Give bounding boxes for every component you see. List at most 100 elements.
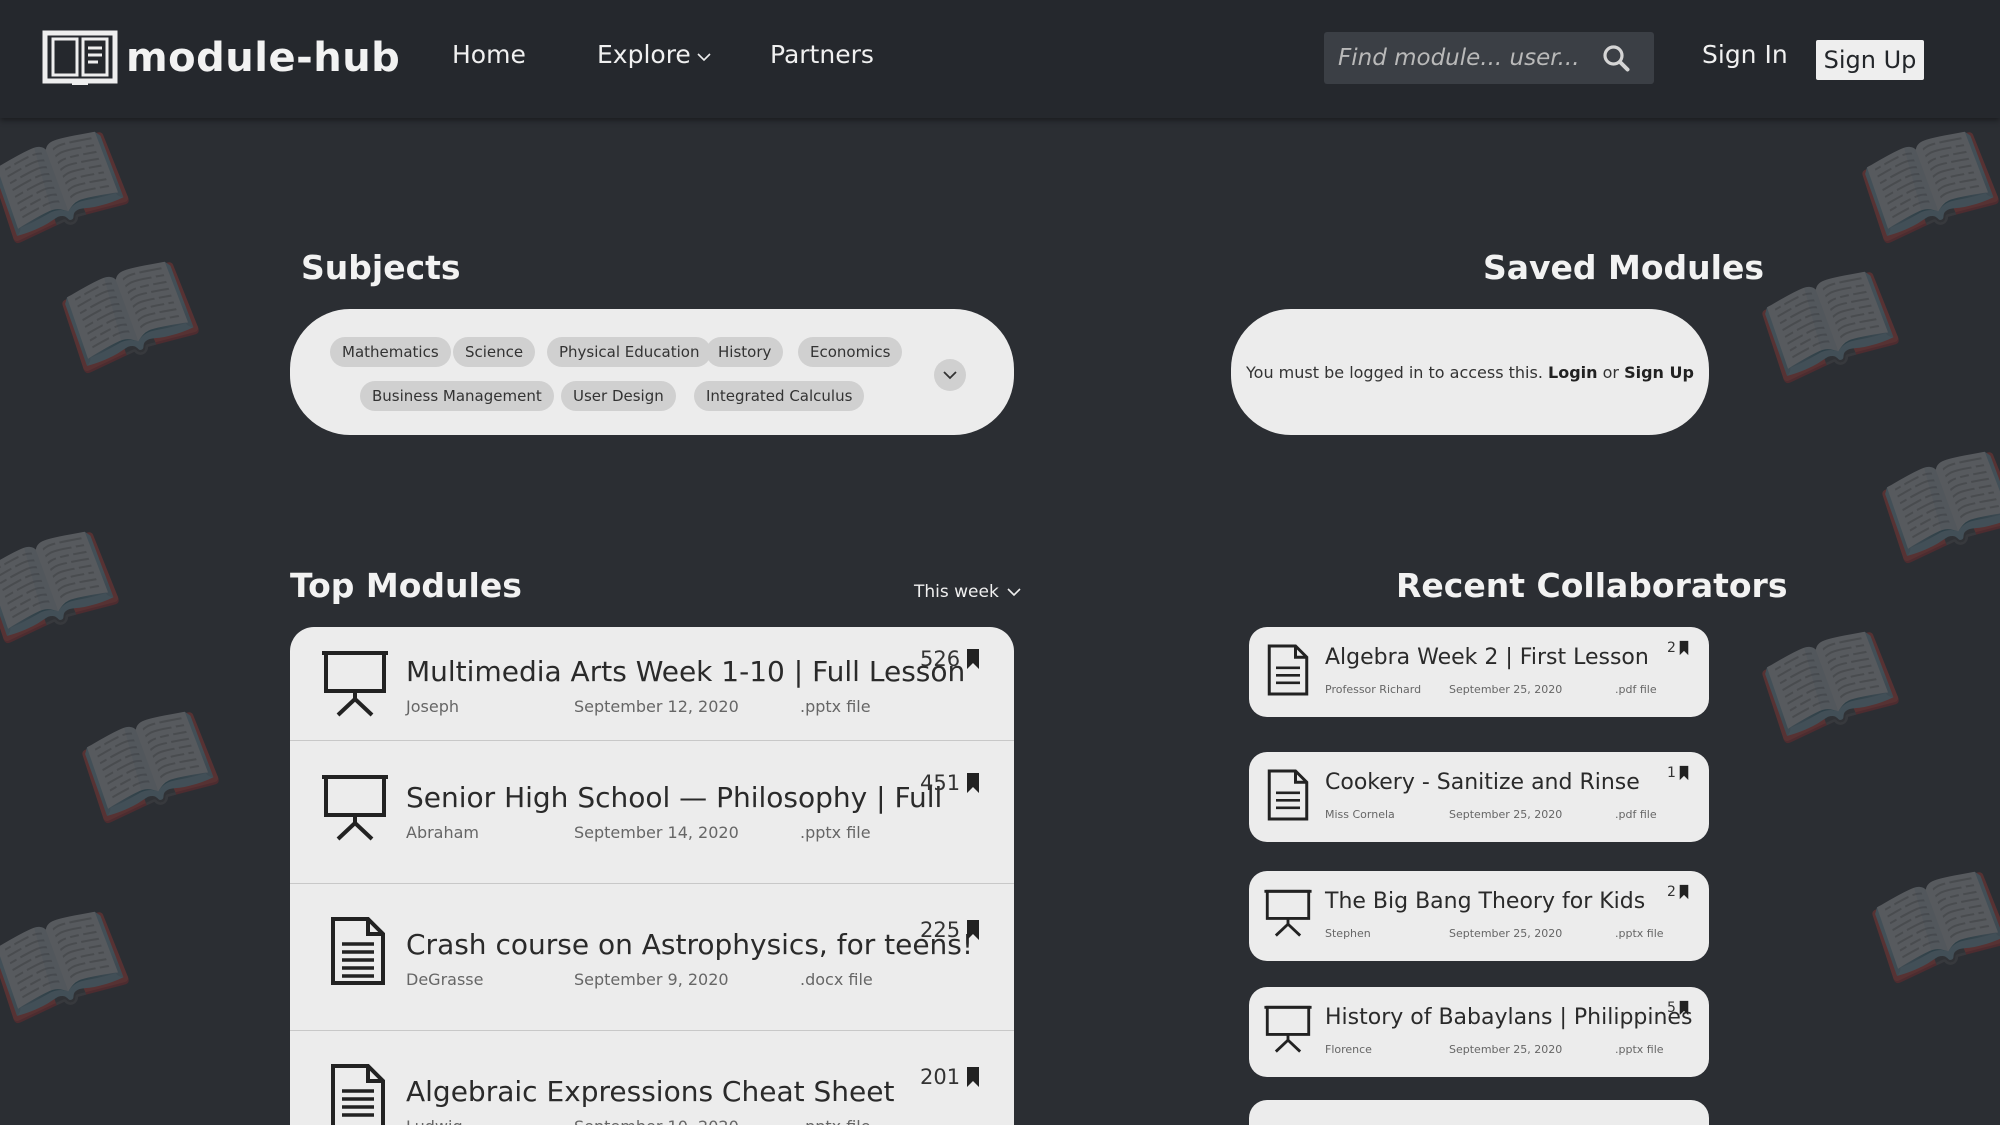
save-count[interactable]: 526: [920, 647, 980, 671]
search-icon[interactable]: [1602, 44, 1630, 72]
subject-chip-mathematics[interactable]: Mathematics: [330, 337, 451, 367]
nav-explore[interactable]: Explore: [597, 40, 711, 69]
save-count-value: 201: [920, 1065, 961, 1089]
module-file-type: .pptx file: [800, 1117, 871, 1125]
bookmark-icon: [967, 920, 980, 940]
collab-module-title[interactable]: Algebra Week 2 | First Lesson: [1325, 645, 1649, 670]
search-bar: [1324, 32, 1654, 84]
or-text: or: [1602, 362, 1619, 382]
module-title[interactable]: Multimedia Arts Week 1-10 | Full Lesson: [406, 655, 965, 688]
save-count[interactable]: 2: [1667, 640, 1689, 656]
top-module-row[interactable]: Multimedia Arts Week 1-10 | Full Lesson …: [290, 627, 1014, 741]
sign-in-link[interactable]: Sign In: [1702, 40, 1788, 69]
save-count[interactable]: 1: [1667, 765, 1689, 781]
collaborator-module-card[interactable]: Cookery - Sanitize and Rinse Miss Cornel…: [1249, 752, 1709, 842]
presentation-icon: [1264, 1005, 1312, 1053]
top-module-row[interactable]: Senior High School — Philosophy | Full A…: [290, 741, 1014, 884]
module-date: September 14, 2020: [574, 823, 739, 842]
login-required-message: You must be logged in to access this.: [1246, 362, 1543, 382]
subjects-panel: Mathematics Science Physical Education H…: [290, 309, 1014, 435]
collab-date: September 25, 2020: [1449, 808, 1563, 821]
expand-subjects-button[interactable]: [934, 359, 966, 391]
chevron-down-icon: [697, 52, 711, 61]
save-count[interactable]: 5: [1667, 1000, 1689, 1016]
subject-chip-economics[interactable]: Economics: [798, 337, 903, 367]
collab-date: September 25, 2020: [1449, 1043, 1563, 1056]
bookmark-icon: [1679, 884, 1689, 900]
module-date: September 10, 2020: [574, 1117, 739, 1125]
subject-chip-physical-education[interactable]: Physical Education: [547, 337, 712, 367]
save-count[interactable]: 201: [920, 1065, 980, 1089]
book-logo-icon: [42, 30, 118, 85]
save-count-value: 1: [1667, 765, 1676, 781]
collab-file-type: .pdf file: [1615, 683, 1657, 696]
bookmark-icon: [1679, 1000, 1689, 1016]
document-icon: [331, 1064, 385, 1125]
bookmark-icon: [967, 649, 980, 669]
bookmark-icon: [967, 1067, 980, 1087]
subject-chip-user-design[interactable]: User Design: [561, 381, 676, 411]
collab-author: Miss Cornela: [1325, 808, 1395, 821]
save-count[interactable]: 225: [920, 918, 980, 942]
nav-partners[interactable]: Partners: [770, 40, 874, 69]
top-navbar: module-hub Home Explore Partners Sign In…: [0, 0, 2000, 118]
search-input[interactable]: [1338, 42, 1598, 74]
subject-chip-business-management[interactable]: Business Management: [360, 381, 554, 411]
collab-author: Professor Richard: [1325, 683, 1422, 696]
brand-name: module-hub: [126, 35, 401, 81]
subject-chip-history[interactable]: History: [706, 337, 784, 367]
top-modules-list: Multimedia Arts Week 1-10 | Full Lesson …: [290, 627, 1014, 1125]
document-icon: [331, 917, 385, 985]
login-link[interactable]: Login: [1548, 363, 1598, 382]
subjects-heading: Subjects: [301, 248, 461, 287]
top-module-row[interactable]: Crash course on Astrophysics, for teens!…: [290, 884, 1014, 1031]
presentation-icon: [322, 651, 388, 717]
top-module-row[interactable]: Algebraic Expressions Cheat Sheet Ludwig…: [290, 1031, 1014, 1125]
save-count-value: 5: [1667, 1000, 1676, 1016]
collab-author: Stephen: [1325, 927, 1371, 940]
bookmark-icon: [967, 773, 980, 793]
collab-author: Florence: [1325, 1043, 1372, 1056]
save-count-value: 2: [1667, 640, 1676, 656]
saved-modules-panel: You must be logged in to access this. Lo…: [1231, 309, 1709, 435]
save-count-value: 451: [920, 771, 961, 795]
module-title[interactable]: Senior High School — Philosophy | Full: [406, 781, 942, 814]
bookmark-icon: [1679, 640, 1689, 656]
subject-chip-science[interactable]: Science: [453, 337, 536, 367]
chevron-down-icon: [943, 371, 957, 380]
collaborator-module-card[interactable]: [1249, 1100, 1709, 1125]
collaborator-module-card[interactable]: The Big Bang Theory for Kids Stephen Sep…: [1249, 871, 1709, 961]
period-label: This week: [914, 582, 999, 602]
nav-home[interactable]: Home: [452, 40, 526, 69]
chevron-down-icon: [1007, 588, 1021, 597]
collaborator-module-card[interactable]: Algebra Week 2 | First Lesson Professor …: [1249, 627, 1709, 717]
document-icon: [1267, 769, 1309, 821]
save-count-value: 225: [920, 918, 961, 942]
subject-chip-integrated-calculus[interactable]: Integrated Calculus: [694, 381, 865, 411]
signup-link[interactable]: Sign Up: [1624, 363, 1694, 382]
saved-modules-heading: Saved Modules: [1483, 248, 1764, 287]
brand-logo[interactable]: module-hub: [42, 30, 400, 86]
module-author: Ludwig: [406, 1117, 463, 1125]
bookmark-icon: [1679, 765, 1689, 781]
top-modules-heading: Top Modules: [290, 566, 522, 605]
save-count-value: 526: [920, 647, 961, 671]
collab-module-title[interactable]: History of Babaylans | Philippines: [1325, 1005, 1692, 1030]
collab-file-type: .pdf file: [1615, 808, 1657, 821]
module-file-type: .pptx file: [800, 697, 871, 716]
document-icon: [1267, 644, 1309, 696]
save-count-value: 2: [1667, 884, 1676, 900]
sign-up-button[interactable]: Sign Up: [1816, 40, 1924, 80]
save-count[interactable]: 2: [1667, 884, 1689, 900]
module-title[interactable]: Algebraic Expressions Cheat Sheet: [406, 1075, 894, 1108]
module-title[interactable]: Crash course on Astrophysics, for teens!: [406, 928, 973, 961]
collab-module-title[interactable]: Cookery - Sanitize and Rinse: [1325, 770, 1640, 795]
period-dropdown[interactable]: This week: [914, 582, 1021, 602]
collab-module-title[interactable]: The Big Bang Theory for Kids: [1325, 889, 1645, 914]
recent-collaborators-heading: Recent Collaborators: [1396, 566, 1788, 605]
collab-date: September 25, 2020: [1449, 927, 1563, 940]
collab-file-type: .pptx file: [1615, 927, 1664, 940]
collaborator-module-card[interactable]: History of Babaylans | Philippines Flore…: [1249, 987, 1709, 1077]
save-count[interactable]: 451: [920, 771, 980, 795]
module-author: Joseph: [406, 697, 459, 716]
